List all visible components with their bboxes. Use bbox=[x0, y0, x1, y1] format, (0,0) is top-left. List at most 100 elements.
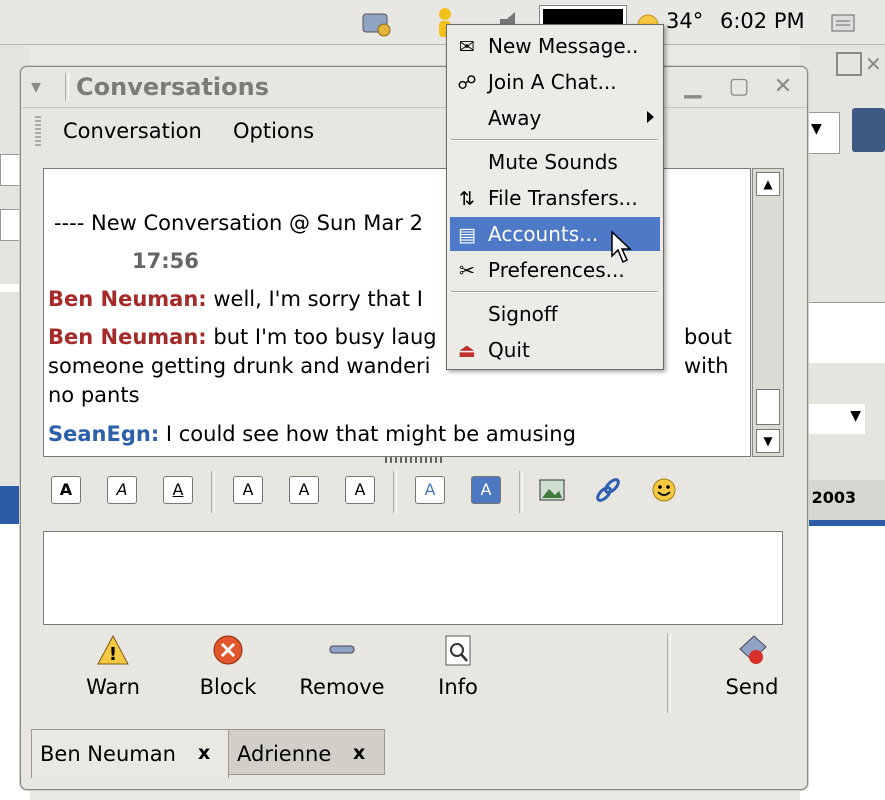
minimize-icon[interactable]: ▁ bbox=[681, 75, 705, 99]
message-text-line: no pants bbox=[48, 383, 140, 407]
send-icon bbox=[739, 635, 767, 664]
menu-item-mute-sounds[interactable]: Mute Sounds bbox=[450, 145, 660, 179]
underline-button[interactable]: A bbox=[163, 476, 193, 504]
scroll-up-icon[interactable]: ▲ bbox=[756, 172, 780, 196]
chat-message: Ben Neuman: but I'm too busy laug bbox=[48, 325, 437, 349]
toolbar-separator bbox=[211, 471, 215, 513]
warn-button[interactable]: ! Warn bbox=[68, 633, 158, 699]
tab-label: Adrienne bbox=[237, 742, 332, 766]
toolbar-separator bbox=[393, 471, 397, 513]
insert-image-icon[interactable] bbox=[537, 475, 567, 505]
scroll-down-icon[interactable]: ▼ bbox=[756, 429, 780, 453]
bg-maximize-icon bbox=[836, 52, 862, 76]
format-toolbar: A A A A A A A A bbox=[43, 469, 783, 513]
menu-item-new-message[interactable]: ✉ New Message.. bbox=[450, 29, 660, 63]
menu-item-file-transfers[interactable]: ⇅ File Transfers... bbox=[450, 181, 660, 215]
scroll-thumb[interactable] bbox=[756, 389, 780, 425]
message-sender: Ben Neuman: bbox=[48, 287, 207, 311]
message-text-fragment: with bbox=[684, 354, 729, 378]
bg-app-icon bbox=[852, 108, 885, 152]
show-desktop-icon[interactable] bbox=[826, 6, 860, 40]
menubar: Conversation Options bbox=[35, 112, 795, 152]
window-title: Conversations bbox=[76, 73, 269, 101]
menu-item-signoff[interactable]: Signoff bbox=[450, 297, 660, 331]
info-icon bbox=[445, 635, 471, 666]
message-text-fragment: bout bbox=[684, 325, 732, 349]
bg-date-text: , 2003 bbox=[800, 488, 857, 507]
mouse-cursor-icon bbox=[610, 230, 632, 264]
italic-button[interactable]: A bbox=[107, 476, 137, 504]
smiley-icon[interactable] bbox=[649, 475, 679, 505]
remove-icon bbox=[329, 645, 355, 654]
bold-button[interactable]: A bbox=[51, 476, 81, 504]
menu-item-label: Signoff bbox=[488, 302, 558, 326]
menu-item-label: Preferences... bbox=[488, 258, 625, 282]
preferences-icon: ✂ bbox=[459, 260, 475, 282]
menu-item-join-chat[interactable]: ☍ Join A Chat... bbox=[450, 65, 660, 99]
remove-button[interactable]: Remove bbox=[297, 633, 387, 699]
font-color-button[interactable]: A bbox=[415, 476, 445, 504]
message-text: I could see how that might be amusing bbox=[159, 422, 576, 446]
tab-label: Ben Neuman bbox=[40, 742, 176, 766]
send-button[interactable]: Send bbox=[707, 633, 797, 699]
file-transfers-icon: ⇅ bbox=[459, 188, 475, 210]
tab-close-icon[interactable]: x bbox=[198, 742, 210, 764]
message-text: well, I'm sorry that I bbox=[206, 287, 423, 311]
quit-icon: ⏏ bbox=[458, 340, 476, 362]
menu-item-label: Mute Sounds bbox=[488, 150, 618, 174]
menu-item-label: Join A Chat... bbox=[488, 70, 617, 94]
block-button[interactable]: Block bbox=[183, 633, 273, 699]
bg-close-icon: ✕ bbox=[865, 52, 882, 76]
menu-item-away[interactable]: Away bbox=[450, 101, 660, 135]
maximize-icon[interactable]: ▢ bbox=[727, 75, 751, 99]
network-tray-icon[interactable] bbox=[360, 6, 394, 40]
block-label: Block bbox=[199, 675, 257, 699]
bg-list bbox=[800, 302, 885, 363]
menu-item-label: Quit bbox=[488, 338, 530, 362]
tray-popup-menu: ✉ New Message.. ☍ Join A Chat... Away Mu… bbox=[446, 24, 664, 370]
background-window-right: ✕ ▼ ▼ , 2003 bbox=[800, 44, 885, 800]
toolbar-separator bbox=[519, 471, 523, 513]
menu-options[interactable]: Options bbox=[233, 119, 314, 143]
info-label: Info bbox=[438, 675, 478, 699]
message-text-line: someone getting drunk and wanderi bbox=[48, 354, 431, 378]
action-bar: ! Warn Block Remove Info Send bbox=[43, 633, 783, 713]
window-menu-icon[interactable]: ▾ bbox=[31, 74, 57, 100]
close-icon[interactable]: ✕ bbox=[771, 75, 795, 99]
menu-separator bbox=[451, 139, 658, 141]
normal-font-button[interactable]: A bbox=[289, 476, 319, 504]
clock[interactable]: 6:02 PM bbox=[720, 9, 805, 33]
warn-icon: ! bbox=[97, 634, 129, 665]
titlebar-divider bbox=[65, 73, 69, 101]
remove-label: Remove bbox=[299, 675, 385, 699]
menubar-handle[interactable] bbox=[35, 116, 41, 148]
message-sender: SeanEgn: bbox=[48, 422, 160, 446]
info-button[interactable]: Info bbox=[413, 633, 503, 699]
message-text: but I'm too busy laug bbox=[206, 325, 437, 349]
message-input[interactable] bbox=[43, 531, 783, 625]
tab-adrienne[interactable]: Adrienne x bbox=[228, 729, 385, 775]
background-color-button[interactable]: A bbox=[471, 476, 501, 504]
insert-link-icon[interactable] bbox=[593, 475, 623, 505]
bg-field: ▼ bbox=[800, 404, 865, 434]
tab-ben-neuman[interactable]: Ben Neuman x bbox=[31, 729, 229, 778]
menu-item-quit[interactable]: ⏏ Quit bbox=[450, 333, 660, 367]
join-chat-icon: ☍ bbox=[457, 72, 477, 94]
conversation-time: 17:56 bbox=[132, 249, 199, 273]
tab-close-icon[interactable]: x bbox=[353, 742, 365, 764]
conversation-header: ---- New Conversation @ Sun Mar 2 bbox=[54, 211, 423, 235]
block-icon bbox=[213, 635, 243, 665]
menu-item-label: Away bbox=[488, 106, 542, 130]
pane-resize-handle[interactable] bbox=[385, 457, 445, 463]
menu-item-label: File Transfers... bbox=[488, 186, 638, 210]
svg-text:!: ! bbox=[109, 644, 117, 665]
menu-conversation[interactable]: Conversation bbox=[63, 119, 202, 143]
window-titlebar[interactable]: ▾ Conversations ▁ ▢ ✕ bbox=[21, 67, 807, 108]
smaller-font-button[interactable]: A bbox=[345, 476, 375, 504]
bg-date-header: , 2003 bbox=[800, 480, 885, 520]
bg-content-right bbox=[800, 526, 885, 800]
larger-font-button[interactable]: A bbox=[233, 476, 263, 504]
menu-item-label: New Message.. bbox=[488, 34, 639, 58]
action-separator bbox=[667, 633, 671, 713]
chat-scrollbar[interactable]: ▲ ▼ bbox=[752, 168, 784, 457]
